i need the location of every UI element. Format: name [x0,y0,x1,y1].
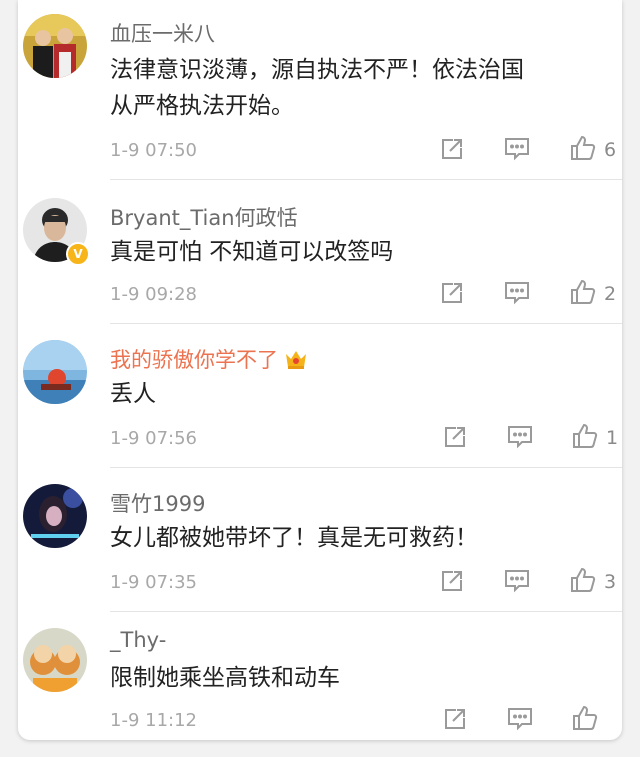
share-icon[interactable] [439,568,465,598]
share-icon[interactable] [442,706,468,736]
thumbs-up-icon[interactable] [569,278,597,310]
username[interactable]: 我的骄傲你学不了 [110,344,308,375]
username[interactable]: _Thy- [110,628,166,652]
like-count: 3 [604,571,617,593]
comment-icon[interactable] [503,280,531,310]
avatar[interactable] [23,340,87,404]
username-text: 我的骄傲你学不了 [110,348,278,372]
divider [110,179,622,180]
like-count: 2 [604,283,617,305]
avatar[interactable] [23,14,87,78]
comment-item: 血压一米八 法律意识淡薄，源自执法不严！依法治国从严格执法开始。 1-9 07:… [18,0,622,180]
crown-icon [284,348,308,375]
timestamp: 1-9 07:56 [110,428,197,449]
comment-item: 雪竹1999 女儿都被她带坏了！真是无可救药！ 1-9 07:35 3 [18,468,622,612]
comment-item: 我的骄傲你学不了 丢人 1-9 07:56 1 [18,324,622,468]
timestamp: 1-9 09:28 [110,284,197,305]
share-icon[interactable] [442,424,468,454]
like-count: 1 [606,427,619,449]
comment-item: _Thy- 限制她乘坐高铁和动车 1-9 11:12 [18,612,622,740]
avatar[interactable] [23,484,87,548]
comment-text: 丢人 [110,381,156,407]
share-icon[interactable] [439,136,465,166]
comment-text: 限制她乘坐高铁和动车 [110,665,340,691]
username[interactable]: Bryant_Tian何政恬 [110,202,298,232]
share-icon[interactable] [439,280,465,310]
verified-badge-icon: V [66,242,90,266]
thumbs-up-icon[interactable] [569,134,597,166]
comment-icon[interactable] [503,568,531,598]
username[interactable]: 雪竹1999 [110,488,205,518]
like-count: 6 [604,139,617,161]
thumbs-up-icon[interactable] [571,422,599,454]
comment-icon[interactable] [506,706,534,736]
comment-list: 血压一米八 法律意识淡薄，源自执法不严！依法治国从严格执法开始。 1-9 07:… [18,0,622,740]
comment-icon[interactable] [503,136,531,166]
comment-text: 法律意识淡薄，源自执法不严！依法治国从严格执法开始。 [110,57,524,119]
username[interactable]: 血压一米八 [110,18,215,48]
timestamp: 1-9 07:50 [110,140,197,161]
comment-item: V Bryant_Tian何政恬 真是可怕 不知道可以改签吗 1-9 09:28… [18,180,622,324]
timestamp: 1-9 11:12 [110,710,197,731]
comment-text: 女儿都被她带坏了！真是无可救药！ [110,525,478,551]
thumbs-up-icon[interactable] [571,704,599,736]
comment-text: 真是可怕 不知道可以改签吗 [110,239,394,265]
thumbs-up-icon[interactable] [569,566,597,598]
comment-icon[interactable] [506,424,534,454]
timestamp: 1-9 07:35 [110,572,197,593]
avatar[interactable] [23,628,87,692]
